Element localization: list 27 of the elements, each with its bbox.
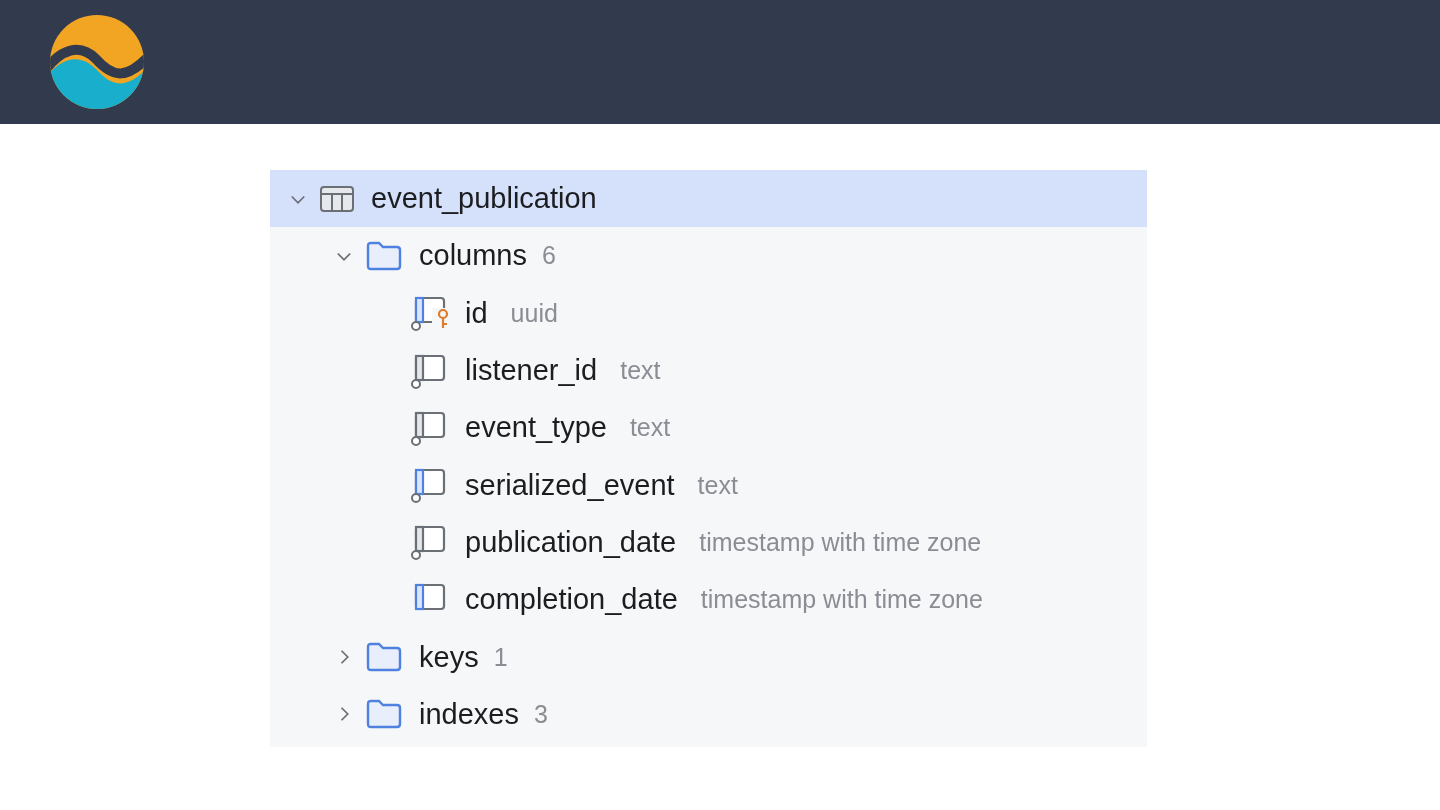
folder-name: indexes	[419, 697, 519, 731]
column-type: text	[629, 413, 671, 443]
column-type: timestamp with time zone	[700, 585, 983, 615]
column-name: event_type	[465, 411, 607, 445]
folder-tree-item[interactable]: keys 1	[270, 628, 1147, 686]
folder-icon	[366, 699, 402, 730]
folder-name: columns	[419, 239, 527, 273]
folder-icon	[366, 240, 402, 271]
column-name: publication_date	[465, 525, 677, 559]
folder-icon	[366, 642, 402, 672]
column-type: timestamp with time zone	[699, 527, 982, 557]
table-icon	[320, 185, 354, 212]
folder-name: keys	[419, 640, 479, 674]
item-count: 1	[493, 642, 508, 672]
column-type: text	[620, 356, 661, 386]
column-type: text	[697, 470, 738, 500]
column-name: id	[465, 296, 488, 330]
column-name: listener_id	[465, 354, 598, 388]
column-name: completion_date	[465, 583, 678, 617]
item-count: 6	[542, 241, 556, 271]
column-type: uuid	[510, 298, 558, 328]
folder-tree-item[interactable]: indexes 3	[270, 685, 1147, 743]
column-name: serialized_event	[465, 468, 675, 502]
table-tree-item[interactable]: event_publication	[270, 170, 1147, 228]
folder-tree-item[interactable]: columns 6	[270, 227, 1147, 285]
table-name: event_publication	[371, 182, 597, 216]
item-count: 3	[533, 699, 548, 729]
